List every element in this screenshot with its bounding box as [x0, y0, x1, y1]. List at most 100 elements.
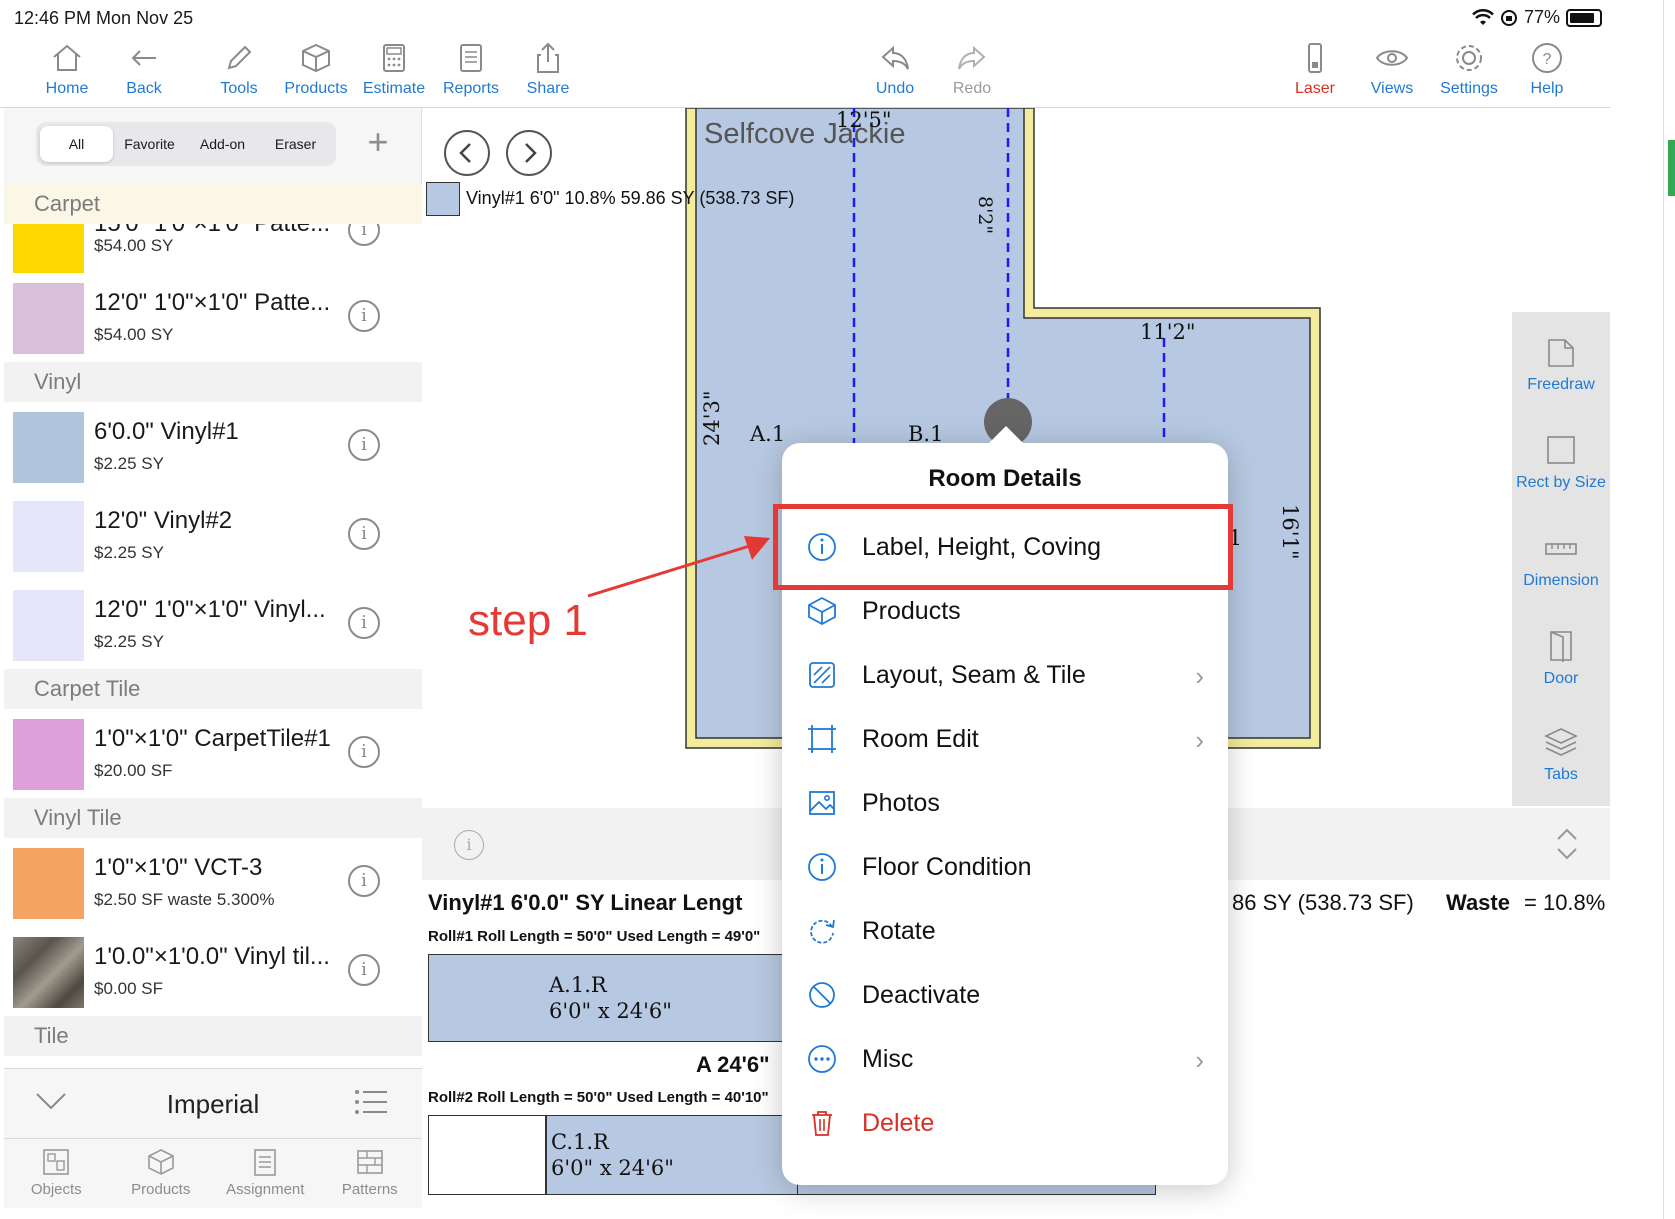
door-label: Door — [1543, 670, 1579, 687]
tools-label: Tools — [220, 80, 258, 97]
home-button[interactable]: Home — [27, 40, 107, 98]
freedraw-button[interactable]: Freedraw — [1512, 334, 1610, 394]
category-vinyl-tile: Vinyl Tile — [4, 798, 422, 838]
dim-left: 24'3" — [700, 390, 724, 446]
info-icon[interactable]: i — [348, 429, 380, 461]
tab-patterns[interactable]: Patterns — [318, 1139, 423, 1208]
eye-icon — [1375, 50, 1409, 66]
menu-item-label: Misc — [862, 1045, 914, 1073]
estimate-button[interactable]: Estimate — [354, 40, 434, 98]
home-icon — [53, 44, 81, 71]
report-header-right: 86 SY (538.73 SF) — [1232, 890, 1414, 915]
menu-item-delete[interactable]: Delete — [782, 1093, 1228, 1157]
orientation-lock-icon — [1500, 9, 1517, 26]
info-icon[interactable]: i — [348, 954, 380, 986]
ruler-icon — [1545, 543, 1577, 555]
list-item[interactable]: 1'0"×1'0" VCT-3 $2.50 SF waste 5.300% i — [4, 838, 422, 927]
piece-a-dim: 6'0" x 24'6" — [549, 999, 672, 1023]
undo-icon — [881, 45, 909, 70]
roll1-total-a: A 24'6" — [696, 1052, 770, 1077]
menu-item-photos[interactable]: Photos — [782, 773, 1228, 837]
list-item[interactable]: 15'0" 1'0"×1'0" Patte... $54.00 SY i — [4, 224, 422, 273]
filter-eraser[interactable]: Eraser — [259, 126, 332, 162]
menu-item-layout-seam-tile[interactable]: Layout, Seam & Tile › — [782, 645, 1228, 709]
menu-item-products[interactable]: Products — [782, 581, 1228, 645]
rect-by-size-button[interactable]: Rect by Size — [1512, 432, 1610, 492]
list-item[interactable]: 12'0" 1'0"×1'0" Vinyl... $2.25 SY i — [4, 580, 422, 669]
tab-products[interactable]: Products — [109, 1139, 214, 1208]
units-bar: Imperial — [4, 1068, 422, 1138]
report-header-left: Vinyl#1 6'0.0" SY Linear Lengt — [428, 890, 743, 915]
dimension-button[interactable]: Dimension — [1512, 530, 1610, 590]
waste-value: = 10.8% — [1524, 890, 1606, 915]
settings-button[interactable]: Settings — [1429, 40, 1509, 98]
list-item[interactable]: 1'0.0"×1'0.0" Vinyl til... $0.00 SF i — [4, 927, 422, 1016]
chevron-right-icon — [525, 143, 537, 163]
tab-assignment[interactable]: Assignment — [213, 1139, 318, 1208]
report-info-icon[interactable]: i — [454, 830, 484, 860]
battery-icon — [1566, 8, 1602, 27]
tab-assignment-label: Assignment — [226, 1181, 305, 1198]
laser-button[interactable]: Laser — [1275, 40, 1355, 98]
products-label: Products — [284, 80, 348, 97]
expand-collapse-icon[interactable] — [1552, 824, 1582, 864]
chevron-right-icon: › — [1195, 661, 1204, 691]
category-carpet: Carpet — [4, 184, 422, 224]
help-button[interactable]: ? Help — [1507, 40, 1587, 98]
svg-text:?: ? — [1543, 51, 1552, 68]
info-icon[interactable]: i — [348, 224, 380, 246]
help-icon: ? — [1532, 43, 1562, 73]
share-button[interactable]: Share — [508, 40, 588, 98]
roll1-piece-a[interactable]: A.1.R 6'0" x 24'6" — [428, 954, 798, 1042]
menu-item-deactivate[interactable]: Deactivate — [782, 965, 1228, 1029]
swatch — [13, 848, 84, 919]
next-room-button[interactable] — [506, 130, 552, 176]
filter-favorite[interactable]: Favorite — [113, 126, 186, 162]
menu-item-misc[interactable]: Misc › — [782, 1029, 1228, 1093]
list-icon[interactable] — [354, 1087, 388, 1117]
redo-label: Redo — [952, 80, 992, 97]
objects-icon — [43, 1149, 70, 1175]
info-icon[interactable]: i — [348, 518, 380, 550]
undo-button[interactable]: Undo — [855, 40, 935, 98]
roll2-piece-c[interactable]: C.1.R 6'0" x 24'6" — [546, 1115, 798, 1195]
battery-percent: 77% — [1523, 7, 1560, 27]
tab-objects[interactable]: Objects — [4, 1139, 109, 1208]
room-edit-icon — [808, 725, 836, 753]
photo-icon — [809, 791, 835, 815]
back-button[interactable]: Back — [104, 40, 184, 98]
redo-button[interactable]: Redo — [932, 40, 1012, 98]
add-product-button[interactable]: + — [360, 124, 396, 162]
door-button[interactable]: Door — [1512, 628, 1610, 688]
piece-c-label: C.1.R — [551, 1130, 609, 1154]
menu-item-label: Room Edit — [862, 725, 979, 753]
reports-button[interactable]: Reports — [431, 40, 511, 98]
filter-all[interactable]: All — [40, 126, 113, 162]
filter-addon[interactable]: Add-on — [186, 126, 259, 162]
product-name: 12'0" Vinyl#2 — [94, 507, 233, 534]
previous-room-button[interactable] — [444, 130, 490, 176]
info-icon[interactable]: i — [348, 736, 380, 768]
tools-button[interactable]: Tools — [199, 40, 279, 98]
share-label: Share — [526, 80, 570, 97]
menu-item-rotate[interactable]: Rotate — [782, 901, 1228, 965]
list-item[interactable]: 12'0" Vinyl#2 $2.25 SY i — [4, 491, 422, 580]
list-item[interactable]: 12'0" 1'0"×1'0" Patte... $54.00 SY i — [4, 273, 422, 362]
list-item[interactable]: 1'0"×1'0" CarpetTile#1 $20.00 SF i — [4, 709, 422, 798]
menu-item-room-edit[interactable]: Room Edit › — [782, 709, 1228, 773]
info-icon[interactable]: i — [348, 607, 380, 639]
chevron-left-icon — [459, 143, 471, 163]
menu-item-floor-condition[interactable]: Floor Condition — [782, 837, 1228, 901]
right-tools-panel: Freedraw Rect by Size Dimension Door Tab… — [1512, 312, 1610, 806]
roll2-info: Roll#2 Roll Length = 50'0" Used Length =… — [428, 1089, 769, 1106]
views-button[interactable]: Views — [1352, 40, 1432, 98]
settings-label: Settings — [1440, 80, 1498, 97]
products-button[interactable]: Products — [276, 40, 356, 98]
info-icon[interactable]: i — [348, 300, 380, 332]
tabs-button[interactable]: Tabs — [1512, 724, 1610, 784]
info-icon[interactable]: i — [348, 865, 380, 897]
list-item[interactable]: 6'0.0" Vinyl#1 $2.25 SY i — [4, 402, 422, 491]
piece-c-dim: 6'0" x 24'6" — [551, 1156, 674, 1180]
redo-icon — [958, 45, 986, 70]
product-price: $54.00 SY — [94, 325, 174, 344]
